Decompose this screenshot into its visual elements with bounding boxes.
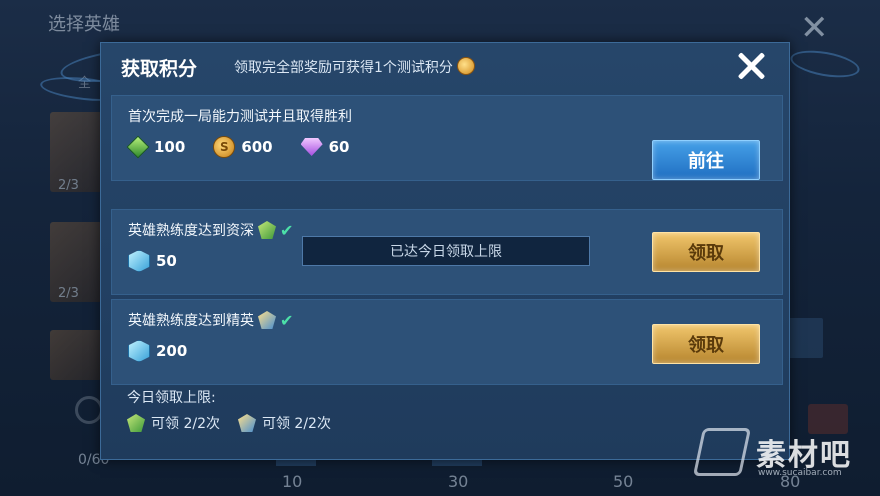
reward-amount: 600 (241, 138, 273, 156)
reward-item: 60 (300, 138, 350, 156)
watermark-logo-icon (692, 428, 752, 476)
blue-crystal-icon (128, 250, 150, 272)
get-points-dialog: 获取积分 领取完全部奖励可获得1个测试积分 首次完成一局能力测试并且取得胜利 1… (100, 42, 790, 460)
task-title-wrap: 英雄熟练度达到精英 ✔ (128, 310, 293, 330)
claim-button[interactable]: 领取 (652, 232, 760, 272)
reward-list: 200 (128, 340, 187, 362)
reward-item: 200 (128, 340, 187, 362)
veteran-badge-icon (127, 414, 145, 432)
scale-label: 10 (282, 472, 303, 491)
purple-diamond-icon (300, 138, 323, 156)
task-title: 英雄熟练度达到精英 (128, 313, 254, 329)
background-close-icon: ✕ (800, 8, 829, 48)
elite-badge-icon (258, 311, 276, 329)
limit-title: 今日领取上限: (127, 390, 216, 406)
reward-list: 100 S 600 60 (126, 135, 350, 159)
background-side-button (785, 318, 823, 358)
watermark-url: www.sucaibar.com (758, 468, 842, 478)
daily-limit-section: 今日领取上限: 可领 2/2次 可领 2/2次 (111, 381, 783, 451)
reward-list: 50 (128, 250, 177, 272)
background-title: 选择英雄 (48, 14, 120, 35)
background-circle-icon (75, 396, 103, 424)
task-row-elite: 英雄熟练度达到精英 ✔ 200 领取 (111, 299, 783, 385)
limit-item: 可领 2/2次 (127, 413, 220, 433)
reward-amount: 50 (156, 252, 177, 270)
daily-limit-toast: 已达今日领取上限 (302, 236, 590, 266)
check-icon: ✔ (280, 220, 294, 240)
veteran-badge-icon (258, 221, 276, 239)
test-point-coin-icon (456, 57, 475, 75)
reward-amount: 200 (156, 342, 188, 360)
green-gem-icon (126, 135, 150, 159)
blue-crystal-icon (128, 340, 150, 362)
gold-coin-icon: S (213, 136, 236, 158)
check-icon: ✔ (280, 310, 294, 330)
scale-label: 50 (613, 472, 634, 491)
hero-card (50, 330, 102, 380)
task-row-first-win: 首次完成一局能力测试并且取得胜利 100 S 600 60 前往 (111, 95, 783, 181)
dialog-header: 获取积分 领取完全部奖励可获得1个测试积分 (101, 43, 789, 87)
go-button[interactable]: 前往 (652, 140, 760, 180)
scale-label: 30 (448, 472, 469, 491)
task-title: 英雄熟练度达到资深 (128, 223, 254, 239)
reward-item: 50 (128, 250, 177, 272)
reward-item: S 600 (213, 136, 273, 158)
limit-text: 可领 2/2次 (261, 416, 331, 432)
reward-amount: 60 (328, 138, 350, 156)
elite-badge-icon (237, 414, 256, 432)
close-icon[interactable] (731, 47, 771, 87)
reward-item: 100 (126, 135, 186, 159)
limit-item: 可领 2/2次 (237, 413, 331, 433)
limit-text: 可领 2/2次 (151, 416, 220, 432)
reward-amount: 100 (154, 138, 186, 156)
subtitle-text: 领取完全部奖励可获得1个测试积分 (234, 60, 453, 76)
watermark: 素材吧 www.sucaibar.com (692, 428, 852, 478)
hero-card-count: 2/3 (58, 286, 79, 301)
limit-list: 可领 2/2次 可领 2/2次 (127, 413, 331, 433)
dialog-title: 获取积分 (121, 58, 198, 80)
claim-button[interactable]: 领取 (652, 324, 760, 364)
task-title: 首次完成一局能力测试并且取得胜利 (128, 109, 352, 125)
task-title-wrap: 英雄熟练度达到资深 ✔ (128, 220, 293, 240)
dialog-subtitle: 领取完全部奖励可获得1个测试积分 (234, 57, 475, 77)
hero-card-count: 2/3 (58, 178, 79, 193)
